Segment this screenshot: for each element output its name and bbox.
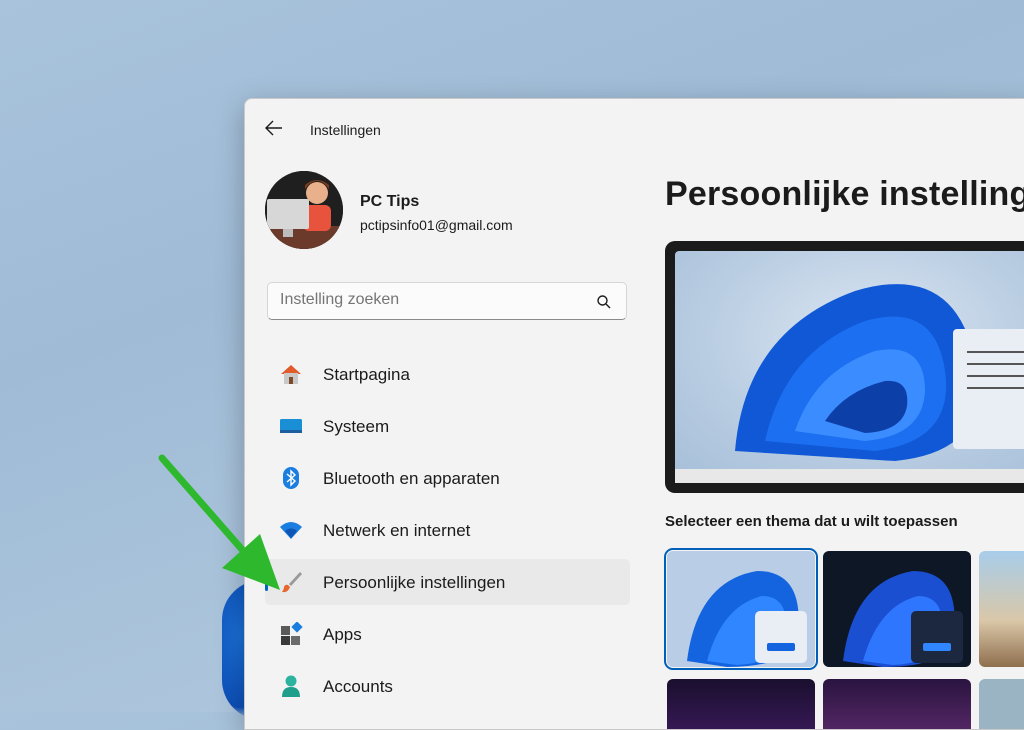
sidebar-item-netwerk[interactable]: Netwerk en internet (265, 507, 630, 553)
sidebar-item-label: Apps (323, 625, 362, 644)
sidebar-item-label: Startpagina (323, 365, 410, 384)
settings-window: Instellingen PC Tips pctipsinfo01@gmail.… (244, 98, 1024, 730)
search-input[interactable] (280, 291, 580, 309)
sidebar-item-persoonlijke-instellingen[interactable]: Persoonlijke instellingen (265, 559, 630, 605)
accounts-icon (282, 675, 300, 697)
sidebar-nav: Startpagina Systeem Bluetooth en apparat… (265, 351, 630, 715)
home-icon (281, 365, 301, 384)
search-icon[interactable] (596, 294, 612, 310)
theme-preview (665, 241, 1024, 493)
theme-tile-flower[interactable] (823, 679, 971, 729)
avatar (265, 171, 343, 249)
main-content: Persoonlijke instellingen Selecteer een … (664, 99, 1024, 729)
sidebar-item-bluetooth[interactable]: Bluetooth en apparaten (265, 455, 630, 501)
themes-section-label: Selecteer een thema dat u wilt toepassen (665, 513, 958, 530)
system-icon (280, 419, 302, 433)
profile-email: pctipsinfo01@gmail.com (360, 217, 513, 233)
window-title: Instellingen (310, 122, 381, 138)
page-title: Persoonlijke instellingen (665, 175, 1024, 213)
sidebar-item-systeem[interactable]: Systeem (265, 403, 630, 449)
theme-tile-extra[interactable] (979, 679, 1024, 729)
sidebar-item-apps[interactable]: Apps (265, 611, 630, 657)
theme-tile-light[interactable] (664, 548, 818, 670)
sidebar-item-label: Persoonlijke instellingen (323, 573, 506, 592)
profile-name: PC Tips (360, 193, 420, 210)
user-profile[interactable]: PC Tips pctipsinfo01@gmail.com (265, 171, 625, 251)
annotation-arrow (158, 454, 280, 590)
sidebar-item-startpagina[interactable]: Startpagina (265, 351, 630, 397)
sidebar-item-accounts[interactable]: Accounts (265, 663, 630, 709)
sidebar-item-label: Netwerk en internet (323, 521, 471, 540)
theme-tile-glow[interactable] (667, 679, 815, 729)
theme-tile-dark[interactable] (823, 551, 971, 667)
sidebar-item-label: Systeem (323, 417, 390, 436)
bloom-wallpaper (735, 284, 1024, 461)
back-arrow-icon (265, 120, 282, 136)
theme-tile-landscape[interactable] (979, 551, 1024, 667)
back-button[interactable] (263, 117, 291, 141)
search-box[interactable] (267, 282, 627, 320)
sidebar-item-label: Bluetooth en apparaten (323, 469, 500, 488)
sidebar-item-label: Accounts (323, 677, 393, 696)
apps-icon (281, 622, 303, 645)
